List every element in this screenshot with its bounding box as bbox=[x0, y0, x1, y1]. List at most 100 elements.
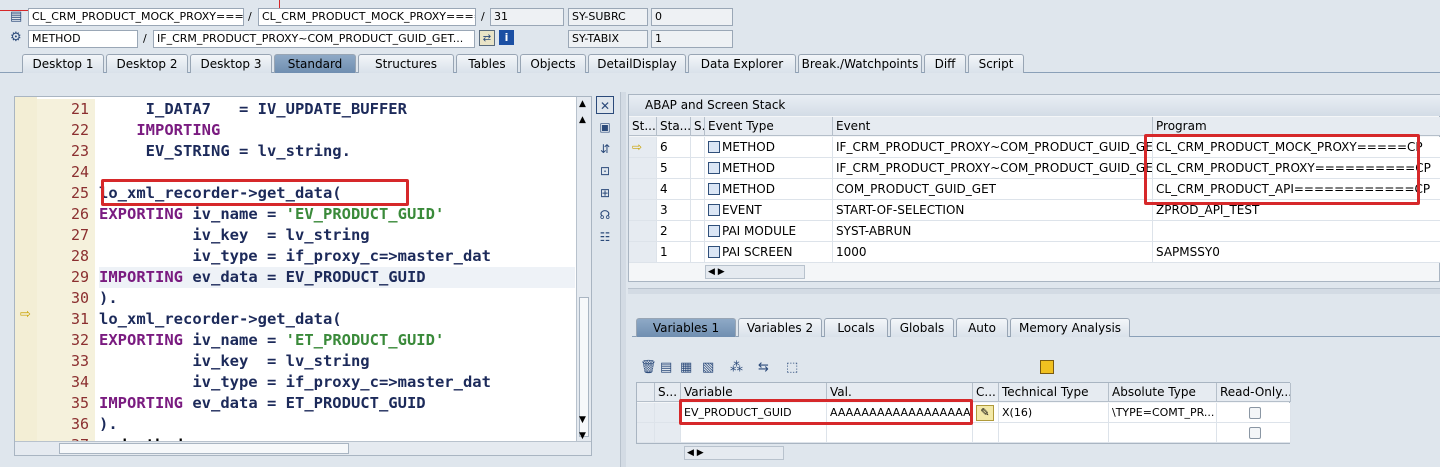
code-horizontal-scrollbar[interactable] bbox=[15, 441, 591, 455]
scroll-down-icon[interactable]: ▼ bbox=[579, 415, 586, 425]
tab-globals[interactable]: Globals bbox=[890, 318, 954, 337]
tab-script[interactable]: Script bbox=[968, 54, 1024, 73]
stack-cell[interactable]: EVENT bbox=[705, 200, 833, 221]
stack-cell[interactable]: PAI MODULE bbox=[705, 221, 833, 242]
maximize-tool-icon[interactable]: ⊡ bbox=[596, 162, 614, 180]
stack-cell[interactable] bbox=[691, 137, 705, 158]
stack-column-header[interactable]: St... bbox=[629, 117, 657, 136]
variables-row-selector[interactable] bbox=[655, 423, 681, 443]
tree-icon[interactable]: ⁂ bbox=[730, 360, 743, 376]
stack-horizontal-scrollbar[interactable]: ◀ ▶ bbox=[705, 265, 805, 279]
variables-column-header[interactable]: S... bbox=[655, 383, 681, 402]
swap-tool-icon[interactable]: ⇵ bbox=[596, 140, 614, 158]
sysvar-name-field-2[interactable]: SY-TABIX bbox=[568, 30, 648, 48]
tab-objects[interactable]: Objects bbox=[520, 54, 586, 73]
stack-row-selector[interactable] bbox=[629, 242, 657, 263]
stack-cell[interactable]: 6 bbox=[657, 137, 691, 158]
stack-cell[interactable]: 3 bbox=[657, 200, 691, 221]
stack-cell[interactable]: METHOD bbox=[705, 137, 833, 158]
scroll-up-icon[interactable]: ▲ bbox=[579, 99, 586, 109]
attach-icon[interactable]: ⬚ bbox=[786, 360, 798, 376]
code-vertical-scrollbar[interactable]: ▲ ▲ ▼ ▼ bbox=[576, 97, 591, 455]
variables-cell[interactable] bbox=[681, 423, 827, 443]
tab-break-watchpoints[interactable]: Break./Watchpoints bbox=[798, 54, 922, 73]
stack-cell[interactable]: IF_CRM_PRODUCT_PROXY~COM_PRODUCT_GUID_GE… bbox=[833, 158, 1153, 179]
tab-structures[interactable]: Structures bbox=[358, 54, 454, 73]
tab-locals[interactable]: Locals bbox=[824, 318, 888, 337]
tab-desktop-3[interactable]: Desktop 3 bbox=[190, 54, 272, 73]
stack-cell[interactable]: PAI SCREEN bbox=[705, 242, 833, 263]
stack-cell[interactable] bbox=[691, 200, 705, 221]
tab-desktop-2[interactable]: Desktop 2 bbox=[106, 54, 188, 73]
tab-tables[interactable]: Tables bbox=[456, 54, 518, 73]
line-field[interactable]: 31 bbox=[490, 8, 564, 26]
variables-cell[interactable] bbox=[999, 423, 1109, 443]
code-line[interactable]: iv_type = if_proxy_c=>master_dat bbox=[99, 372, 491, 393]
stack-row-selector[interactable] bbox=[629, 200, 657, 221]
sysvar-name-field[interactable]: SY-SUBRC bbox=[568, 8, 648, 26]
tab-standard[interactable]: Standard bbox=[274, 54, 356, 73]
stack-row-selector[interactable] bbox=[629, 221, 657, 242]
tab-memory-analysis[interactable]: Memory Analysis bbox=[1010, 318, 1130, 337]
code-editor[interactable]: 21 I_DATA7 = IV_UPDATE_BUFFER 22 IMPORTIN… bbox=[14, 96, 592, 456]
code-line[interactable]: IMPORTING ev_data = EV_PRODUCT_GUID bbox=[99, 267, 575, 288]
save-icon[interactable] bbox=[1040, 360, 1054, 374]
include-field[interactable]: CL_CRM_PRODUCT_MOCK_PROXY====... bbox=[258, 8, 476, 26]
settings-tool-icon[interactable]: ☷ bbox=[596, 228, 614, 246]
new-tool-icon[interactable]: ▣ bbox=[596, 118, 614, 136]
code-line[interactable]: EXPORTING iv_name = 'EV_PRODUCT_GUID' bbox=[99, 204, 444, 225]
navigate-icon[interactable]: ⇆ bbox=[758, 360, 769, 376]
info-icon[interactable]: i bbox=[499, 30, 514, 45]
code-line[interactable]: IMPORTING bbox=[99, 120, 220, 141]
edit-pencil-icon[interactable]: ✎ bbox=[976, 405, 994, 421]
code-line[interactable]: I_DATA7 = IV_UPDATE_BUFFER bbox=[99, 99, 407, 120]
stack-cell[interactable]: SYST-ABRUN bbox=[833, 221, 1153, 242]
table-view-icon[interactable]: ▤ bbox=[660, 360, 672, 376]
stack-cell[interactable]: IF_CRM_PRODUCT_PROXY~COM_PRODUCT_GUID_GE… bbox=[833, 137, 1153, 158]
delete-icon[interactable]: 🗑 bbox=[640, 360, 657, 376]
stack-cell[interactable]: COM_PRODUCT_GUID_GET bbox=[833, 179, 1153, 200]
navigate-icon[interactable]: ⇄ bbox=[479, 30, 495, 46]
stack-cell[interactable]: 4 bbox=[657, 179, 691, 200]
event-type-field[interactable]: METHOD bbox=[28, 30, 138, 48]
code-line[interactable]: iv_key = lv_string bbox=[99, 351, 369, 372]
structure-icon[interactable]: ▧ bbox=[702, 360, 714, 376]
tab-desktop-1[interactable]: Desktop 1 bbox=[22, 54, 104, 73]
stack-row-selector[interactable] bbox=[629, 179, 657, 200]
scroll-thumb[interactable] bbox=[59, 443, 349, 454]
event-name-field[interactable]: IF_CRM_PRODUCT_PROXY~COM_PRODUCT_GUID_GE… bbox=[153, 30, 475, 48]
variables-column-header[interactable]: Technical Type bbox=[999, 383, 1109, 402]
stack-cell[interactable]: METHOD bbox=[705, 179, 833, 200]
tab-auto[interactable]: Auto bbox=[956, 318, 1008, 337]
variables-column-header[interactable]: C... bbox=[973, 383, 999, 402]
save-layout-icon[interactable]: ▦ bbox=[680, 360, 692, 376]
stack-column-header[interactable]: S... bbox=[691, 117, 705, 136]
stack-cell[interactable]: SAPMSSY0 bbox=[1153, 242, 1440, 263]
fullscreen-tool-icon[interactable]: ⊞ bbox=[596, 184, 614, 202]
stack-cell[interactable] bbox=[691, 179, 705, 200]
read-only-checkbox[interactable] bbox=[1249, 407, 1261, 419]
tab-detaildisplay[interactable]: DetailDisplay bbox=[588, 54, 686, 73]
code-line[interactable]: ). bbox=[99, 288, 118, 309]
code-line[interactable]: EXPORTING iv_name = 'ET_PRODUCT_GUID' bbox=[99, 330, 444, 351]
variables-cell[interactable]: X(16) bbox=[999, 403, 1109, 423]
tab-data-explorer[interactable]: Data Explorer bbox=[688, 54, 796, 73]
code-line[interactable]: EV_STRING = lv_string. bbox=[99, 141, 351, 162]
scroll-down-icon-2[interactable]: ▼ bbox=[579, 431, 586, 441]
stack-row-selector[interactable] bbox=[629, 158, 657, 179]
stack-cell[interactable]: 5 bbox=[657, 158, 691, 179]
variables-cell[interactable]: \TYPE=COMT_PR... bbox=[1109, 403, 1217, 423]
variables-row-selector[interactable] bbox=[637, 403, 655, 423]
stack-cell[interactable] bbox=[691, 158, 705, 179]
variables-horizontal-scrollbar[interactable]: ◀ ▶ bbox=[684, 446, 784, 460]
variables-column-header[interactable]: Absolute Type bbox=[1109, 383, 1217, 402]
code-line[interactable]: lo_xml_recorder->get_data( bbox=[99, 309, 342, 330]
close-icon[interactable]: ✕ bbox=[596, 96, 614, 114]
variables-cell[interactable] bbox=[973, 423, 999, 443]
code-line[interactable]: iv_type = if_proxy_c=>master_dat bbox=[99, 246, 491, 267]
stack-cell[interactable]: METHOD bbox=[705, 158, 833, 179]
stack-cell[interactable]: 2 bbox=[657, 221, 691, 242]
stack-cell[interactable] bbox=[1153, 221, 1440, 242]
variables-cell[interactable] bbox=[827, 423, 973, 443]
horizontal-splitter[interactable] bbox=[628, 288, 1440, 294]
